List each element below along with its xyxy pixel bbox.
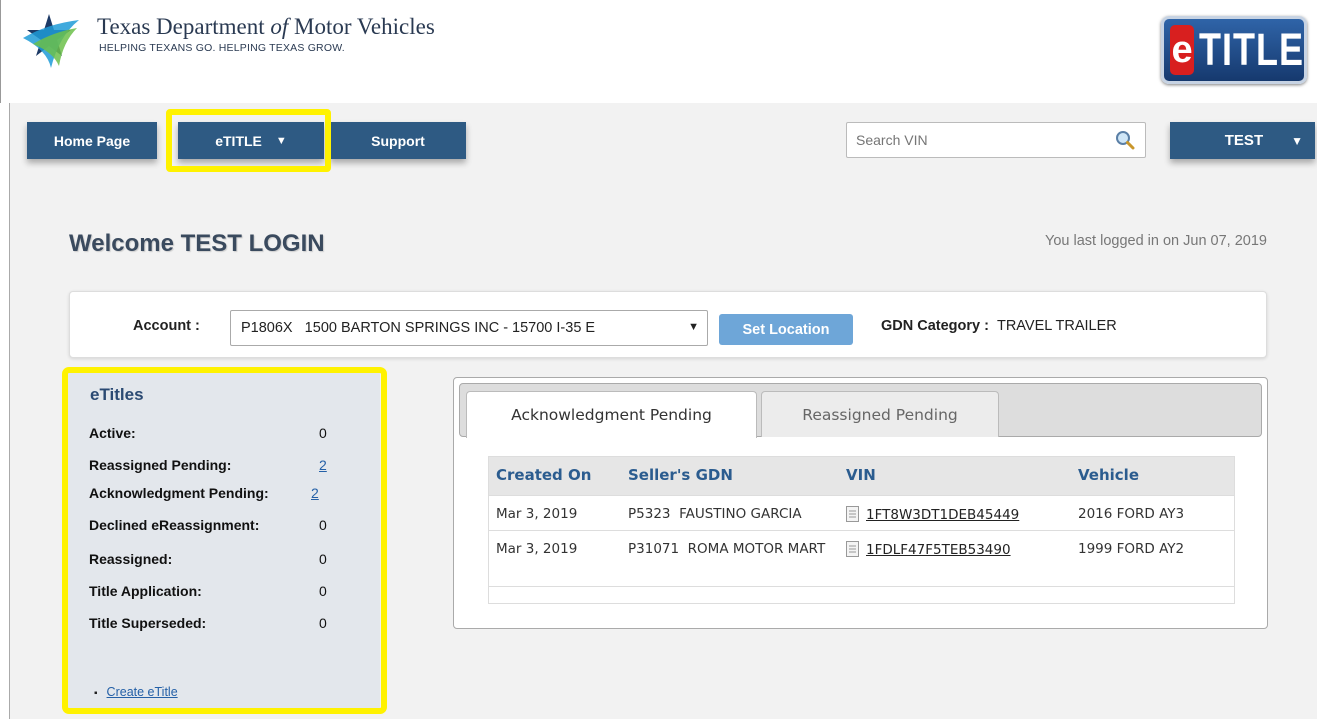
etitle-logo-e: e <box>1170 25 1195 75</box>
account-label: Account : <box>133 318 200 334</box>
page-title: Welcome TEST LOGIN <box>69 230 325 257</box>
col-created-on[interactable]: Created On <box>488 456 620 496</box>
reassigned-pending-count-link[interactable]: 2 <box>319 457 327 473</box>
stat-active: Active: 0 <box>89 425 327 441</box>
search-input[interactable] <box>856 132 1106 148</box>
tagline: HELPING TEXANS GO. HELPING TEXAS GROW. <box>99 42 345 54</box>
user-menu[interactable]: TEST ▼ <box>1170 122 1315 159</box>
etitles-summary-panel: eTitles Active: 0 Reassigned Pending: 2 Ac… <box>68 373 380 713</box>
stat-acknowledgment-pending: Acknowledgment Pending: 2 <box>89 485 319 501</box>
col-vin[interactable]: VIN <box>838 456 1070 496</box>
etitle-product-logo: e TITLE <box>1161 16 1307 84</box>
document-icon <box>846 540 859 557</box>
main-content: Home Page eTITLE ▼ Support TEST ▼ Welcom… <box>9 103 1317 719</box>
document-icon <box>846 505 859 522</box>
create-etitle-link[interactable]: Create eTitle <box>94 685 178 699</box>
etitles-tabs-panel: Acknowledgment Pending Reassigned Pendin… <box>453 377 1268 629</box>
txdmv-star-logo-icon <box>23 14 79 68</box>
table-row: Mar 3, 2019 P5323 FAUSTINO GARCIA 1FT8W3… <box>488 495 1235 531</box>
col-vehicle[interactable]: Vehicle <box>1070 456 1235 496</box>
nav-etitle-menu[interactable]: eTITLE ▼ <box>178 122 324 159</box>
search-vin-box <box>846 122 1146 158</box>
organization-name: Texas Department of Motor Vehicles <box>97 14 435 39</box>
vin-link[interactable]: 1FT8W3DT1DEB45449 <box>866 507 1019 523</box>
set-location-button[interactable]: Set Location <box>719 314 853 345</box>
account-select[interactable]: P1806X 1500 BARTON SPRINGS INC - 15700 I… <box>230 310 708 346</box>
stat-reassigned: Reassigned: 0 <box>89 551 327 567</box>
site-header: Texas Department of Motor Vehicles HELPI… <box>0 0 1317 103</box>
table-row: Mar 3, 2019 P31071 ROMA MOTOR MART 1FDLF… <box>488 530 1235 587</box>
account-panel: Account : P1806X 1500 BARTON SPRINGS INC… <box>69 291 1267 358</box>
stat-title-application: Title Application: 0 <box>89 583 327 599</box>
stat-title-superseded: Title Superseded: 0 <box>89 615 327 631</box>
nav-support[interactable]: Support <box>330 122 466 159</box>
etitle-logo-text: TITLE <box>1199 23 1304 75</box>
chevron-down-icon: ▼ <box>275 134 287 147</box>
acknowledgment-pending-count-link[interactable]: 2 <box>311 485 319 501</box>
search-icon[interactable] <box>1115 130 1135 150</box>
acknowledgment-pending-table: Created On Seller's GDN VIN Vehicle Mar … <box>488 456 1235 587</box>
stat-reassigned-pending: Reassigned Pending: 2 <box>89 457 327 473</box>
chevron-down-icon: ▼ <box>688 321 699 333</box>
tab-strip: Acknowledgment Pending Reassigned Pendin… <box>459 383 1262 438</box>
table-header-row: Created On Seller's GDN VIN Vehicle <box>488 456 1235 496</box>
vin-link[interactable]: 1FDLF47F5TEB53490 <box>866 542 1011 558</box>
gdn-category: GDN Category : TRAVEL TRAILER <box>881 318 1117 334</box>
stat-declined-ereassignment: Declined eReassignment: 0 <box>89 517 327 533</box>
etitles-heading: eTitles <box>90 385 144 404</box>
last-login-text: You last logged in on Jun 07, 2019 <box>1045 233 1267 249</box>
chevron-down-icon: ▼ <box>1291 133 1303 148</box>
tab-acknowledgment-pending[interactable]: Acknowledgment Pending <box>466 391 757 438</box>
tab-reassigned-pending[interactable]: Reassigned Pending <box>761 391 999 437</box>
nav-home-page[interactable]: Home Page <box>27 122 157 159</box>
col-sellers-gdn[interactable]: Seller's GDN <box>620 456 838 496</box>
